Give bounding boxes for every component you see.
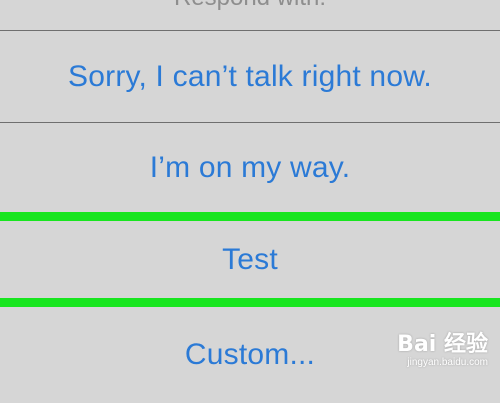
highlight-border-top xyxy=(0,212,500,221)
option-sorry-cant-talk[interactable]: Sorry, I can’t talk right now. xyxy=(0,31,500,122)
sheet-header-title: Respond with: xyxy=(0,0,500,12)
highlight-border-bottom xyxy=(0,298,500,307)
sheet-header: Respond with: xyxy=(0,0,500,30)
quick-reply-sheet: Respond with: Sorry, I can’t talk right … xyxy=(0,0,500,376)
option-label: Custom... xyxy=(184,338,316,371)
option-test[interactable]: Test xyxy=(0,221,500,299)
baidu-logo: Bai 经验 xyxy=(397,326,488,358)
baidu-watermark: Bai 经验 jingyan.baidu.com xyxy=(374,326,494,368)
option-label: Test xyxy=(222,243,278,276)
watermark-url: jingyan.baidu.com xyxy=(407,357,488,368)
option-label: I’m on my way. xyxy=(149,151,351,184)
option-on-my-way[interactable]: I’m on my way. xyxy=(0,123,500,213)
baidu-logo-text: Bai 经验 xyxy=(397,332,488,357)
option-label: Sorry, I can’t talk right now. xyxy=(68,59,432,93)
